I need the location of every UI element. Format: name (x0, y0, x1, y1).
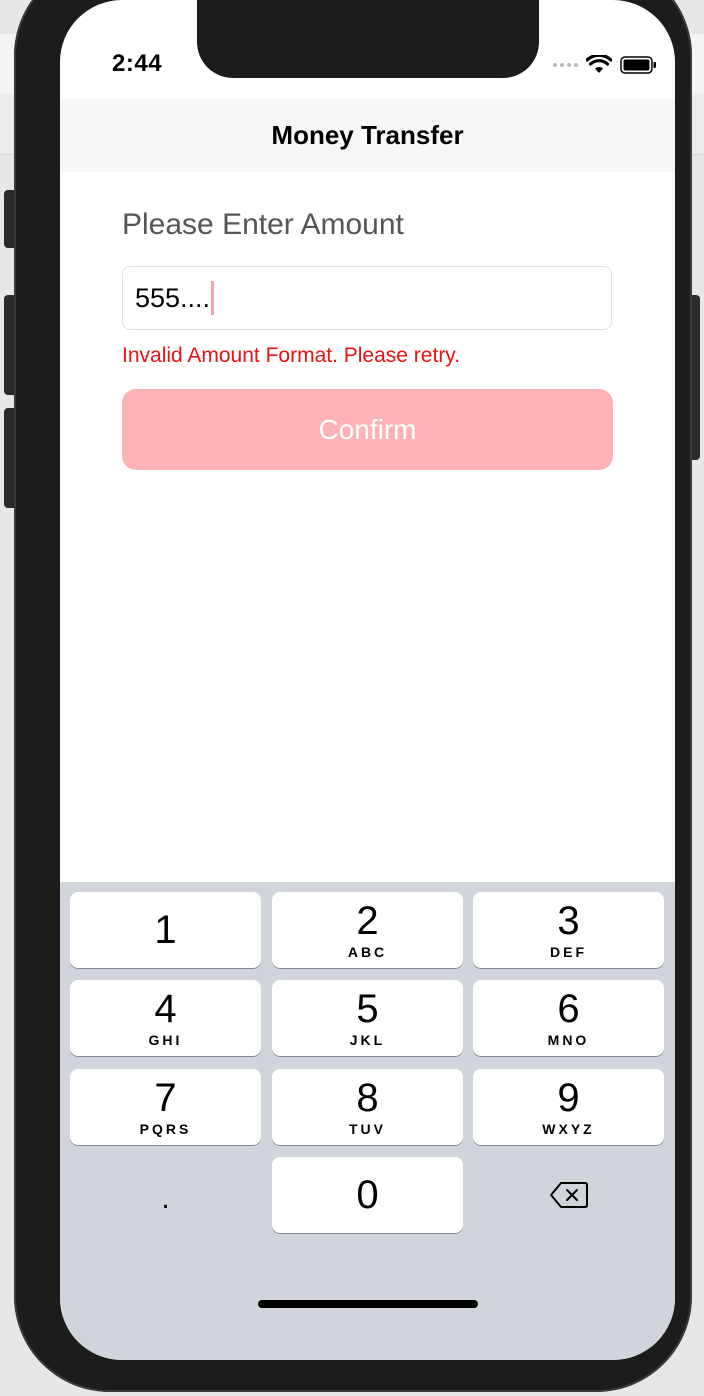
key-digit: 6 (557, 987, 580, 1031)
signal-dots-icon (553, 63, 578, 67)
key-3[interactable]: 3 DEF (473, 892, 664, 968)
key-letters: TUV (349, 1121, 386, 1137)
key-letters: MNO (547, 1032, 590, 1048)
key-8[interactable]: 8 TUV (272, 1069, 463, 1145)
delete-key[interactable] (473, 1157, 664, 1233)
key-digit: 2 (356, 899, 379, 943)
key-digit: 1 (154, 908, 177, 952)
phone-screen: 2:44 Money Transfer Please Enter Amount … (60, 0, 675, 1360)
backspace-icon (549, 1182, 588, 1208)
key-2[interactable]: 2 ABC (272, 892, 463, 968)
status-icons (538, 52, 658, 78)
key-9[interactable]: 9 WXYZ (473, 1069, 664, 1145)
confirm-button[interactable]: Confirm (122, 389, 613, 470)
text-cursor (211, 281, 215, 315)
page-title: Money Transfer (271, 119, 464, 150)
key-4[interactable]: 4 GHI (70, 980, 261, 1056)
key-digit: 4 (154, 987, 177, 1031)
battery-icon (620, 56, 656, 74)
home-indicator[interactable] (258, 1300, 478, 1308)
key-digit: 0 (356, 1173, 379, 1217)
key-digit: 7 (154, 1076, 177, 1120)
key-letters: DEF (550, 944, 587, 960)
numeric-keyboard: 1 2 ABC 3 DEF 4 GHI 5 JKL 6 MNO 7 PQRS 8… (60, 882, 675, 1360)
status-time: 2:44 (112, 50, 163, 77)
key-decimal[interactable]: . (70, 1157, 261, 1233)
key-6[interactable]: 6 MNO (473, 980, 664, 1056)
key-digit: 5 (356, 987, 379, 1031)
transfer-form: Please Enter Amount 555.... Invalid Amou… (60, 172, 675, 882)
key-letters: WXYZ (542, 1121, 595, 1137)
key-letters: GHI (148, 1032, 183, 1048)
key-digit: 3 (557, 899, 580, 943)
key-digit: 8 (356, 1076, 379, 1120)
error-message: Invalid Amount Format. Please retry. (122, 344, 461, 367)
key-5[interactable]: 5 JKL (272, 980, 463, 1056)
key-letters: JKL (349, 1032, 386, 1048)
amount-input[interactable]: 555.... (122, 266, 612, 330)
amount-label: Please Enter Amount (122, 208, 404, 241)
key-letters: ABC (347, 944, 388, 960)
amount-value: 555.... (135, 282, 211, 313)
key-letters: PQRS (139, 1121, 192, 1137)
wifi-icon (586, 55, 612, 73)
notch (197, 0, 539, 78)
key-0[interactable]: 0 (272, 1157, 463, 1233)
key-decimal-label: . (161, 1182, 170, 1215)
navigation-bar: Money Transfer (60, 98, 675, 172)
key-7[interactable]: 7 PQRS (70, 1069, 261, 1145)
phone-frame: 2:44 Money Transfer Please Enter Amount … (14, 0, 692, 1392)
key-digit: 9 (557, 1076, 580, 1120)
key-1[interactable]: 1 (70, 892, 261, 968)
